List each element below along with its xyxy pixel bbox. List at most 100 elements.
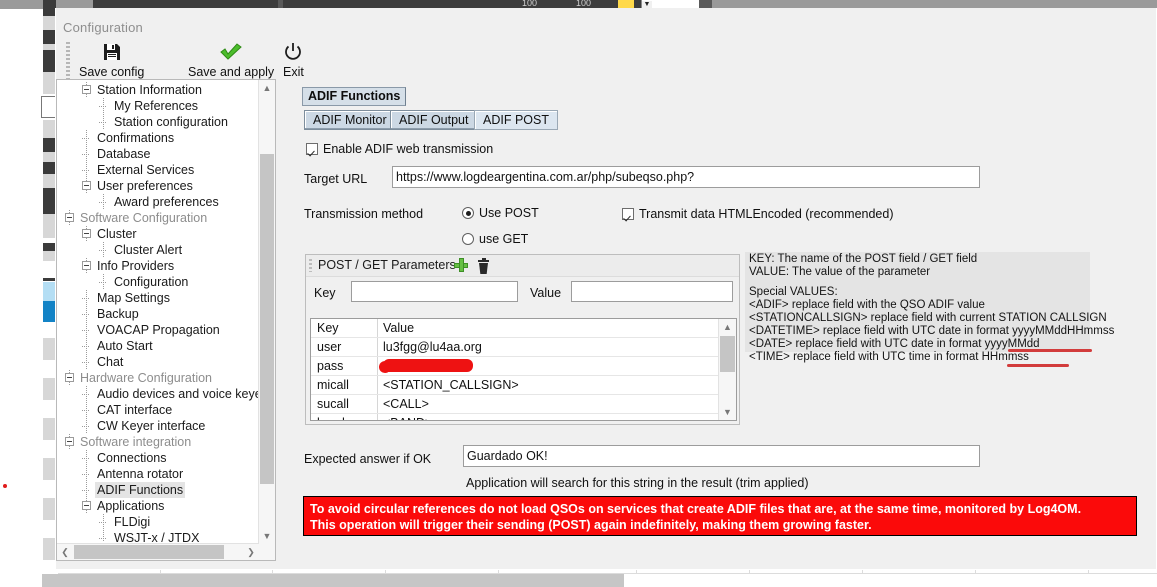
sidebar-item-user-preferences[interactable]: User preferences: [95, 178, 195, 194]
sidebar-item-database[interactable]: Database: [95, 146, 153, 162]
exit-button[interactable]: Exit: [283, 40, 304, 79]
table-row[interactable]: micall <STATION_CALLSIGN>: [311, 376, 719, 395]
settings-tree[interactable]: Station Information My References Station …: [57, 80, 260, 542]
use-post-radio[interactable]: [462, 207, 474, 219]
sidebar-item-software-integration[interactable]: Software integration: [78, 434, 193, 450]
sidebar-item-station-configuration[interactable]: Station configuration: [112, 114, 230, 130]
sidebar-item-audio-devices-and-voice-keyer[interactable]: Audio devices and voice keyer: [95, 386, 260, 402]
sidebar-item-confirmations[interactable]: Confirmations: [95, 130, 176, 146]
tree-branch-icon: [99, 202, 107, 203]
tree-branch-icon: [82, 474, 90, 475]
parameters-grip[interactable]: [309, 259, 312, 272]
sidebar-item-fldigi[interactable]: FLDigi: [112, 514, 152, 530]
tree-expander-icon[interactable]: [82, 85, 91, 94]
cell-key: micall: [317, 378, 349, 392]
html-encode-row[interactable]: Transmit data HTMLEncoded (recommended): [622, 207, 894, 221]
scroll-left-icon[interactable]: ❮: [57, 544, 73, 560]
sidebar-item-backup[interactable]: Backup: [95, 306, 141, 322]
help-line-8: <DATE> replace field with UTC date in fo…: [749, 338, 1040, 350]
tree-expander-icon[interactable]: [65, 437, 74, 446]
tree-expander-icon[interactable]: [82, 261, 91, 270]
parameters-grid[interactable]: Key Value user lu3fgg@lu4aa.org pass micall <S…: [310, 318, 737, 421]
target-url-input[interactable]: https://www.logdeargentina.com.ar/php/su…: [392, 166, 980, 188]
sidebar-item-auto-start[interactable]: Auto Start: [95, 338, 155, 354]
parameters-title: POST / GET Parameters: [318, 258, 456, 272]
use-post-radio-row[interactable]: Use POST: [462, 206, 539, 220]
scroll-up-icon[interactable]: ▲: [259, 80, 275, 96]
sidebar-item-adif-functions[interactable]: ADIF Functions: [95, 482, 186, 498]
sidebar-item-cat-interface[interactable]: CAT interface: [95, 402, 174, 418]
grid-column-separator: [377, 357, 378, 375]
sidebar-item-cluster-alert[interactable]: Cluster Alert: [112, 242, 184, 258]
expected-answer-label: Expected answer if OK: [304, 452, 432, 466]
tab-adif-post[interactable]: ADIF POST: [474, 110, 558, 130]
sidebar-item-external-services[interactable]: External Services: [95, 162, 196, 178]
save-config-button[interactable]: Save config: [79, 40, 144, 79]
sidebar-item-info-providers[interactable]: Info Providers: [95, 258, 176, 274]
sidebar-item-wsjt-x-jtdx[interactable]: WSJT-x / JTDX: [112, 530, 201, 542]
sidebar-item-cw-keyer-interface[interactable]: CW Keyer interface: [95, 418, 207, 434]
sidebar-item-station-information[interactable]: Station Information: [95, 82, 204, 98]
sidebar-item-map-settings[interactable]: Map Settings: [95, 290, 172, 306]
toolbar-grip[interactable]: [66, 42, 70, 80]
grid-scroll-down-icon[interactable]: ▼: [719, 404, 736, 420]
grid-scroll-up-icon[interactable]: ▲: [719, 319, 736, 335]
sidebar-item-antenna-rotator[interactable]: Antenna rotator: [95, 466, 185, 482]
tree-branch-icon: [82, 298, 90, 299]
value-input[interactable]: [571, 281, 733, 302]
tree-branch-icon: [82, 426, 90, 427]
sidebar-item-configuration[interactable]: Configuration: [112, 274, 190, 290]
tab-adif-output[interactable]: ADIF Output: [390, 110, 478, 130]
tree-vertical-scrollbar[interactable]: ▲ ▼: [258, 80, 275, 560]
save-and-apply-button[interactable]: Save and apply: [188, 40, 274, 79]
sidebar-item-chat[interactable]: Chat: [95, 354, 125, 370]
toolbar: Save config Save and apply Exit: [61, 38, 1151, 83]
tree-expander-icon[interactable]: [82, 181, 91, 190]
sidebar-item-hardware-configuration[interactable]: Hardware Configuration: [78, 370, 214, 386]
transmission-method-label: Transmission method: [304, 207, 424, 221]
grid-column-separator: [377, 338, 378, 356]
tree-expander-icon[interactable]: [82, 501, 91, 510]
sidebar-item-software-configuration[interactable]: Software Configuration: [78, 210, 209, 226]
table-row[interactable]: sucall <CALL>: [311, 395, 719, 414]
grid-scroll-thumb[interactable]: [720, 336, 735, 372]
tree-branch-icon: [82, 458, 90, 459]
sidebar-item-cluster[interactable]: Cluster: [95, 226, 139, 242]
sidebar-item-award-preferences[interactable]: Award preferences: [112, 194, 221, 210]
table-row[interactable]: pass: [311, 357, 719, 376]
tree-expander-icon[interactable]: [65, 213, 74, 222]
use-get-radio[interactable]: [462, 233, 474, 245]
tab-adif-monitor[interactable]: ADIF Monitor: [304, 110, 396, 130]
html-encode-checkbox[interactable]: [622, 208, 634, 220]
tree-hscroll-thumb[interactable]: [74, 545, 224, 559]
table-row[interactable]: banda <BAND>: [311, 414, 719, 420]
scroll-down-icon[interactable]: ▼: [259, 528, 275, 544]
tree-scroll-thumb[interactable]: [260, 154, 274, 484]
key-input[interactable]: [351, 281, 518, 302]
tree-branch-icon: [99, 538, 107, 539]
grid-vertical-scrollbar[interactable]: ▲ ▼: [718, 319, 736, 420]
post-get-parameters-box: POST / GET Parameters Key Value Key Value…: [305, 254, 740, 425]
tree-horizontal-scrollbar[interactable]: ❮ ❯: [57, 543, 259, 560]
enable-adif-web-transmission-row[interactable]: Enable ADIF web transmission: [306, 142, 493, 156]
delete-parameter-icon[interactable]: [478, 258, 489, 274]
annotation-underline-time: [1007, 364, 1069, 367]
enable-adif-checkbox[interactable]: [306, 143, 318, 155]
expected-answer-input[interactable]: Guardado OK!: [463, 445, 980, 467]
tree-expander-icon[interactable]: [65, 373, 74, 382]
sidebar-item-voacap-propagation[interactable]: VOACAP Propagation: [95, 322, 222, 338]
tree-branch-icon: [82, 170, 90, 171]
use-get-radio-row[interactable]: use GET: [462, 232, 528, 246]
circular-reference-warning: To avoid circular references do not load…: [303, 496, 1137, 536]
tree-expander-icon[interactable]: [82, 229, 91, 238]
sidebar-item-connections[interactable]: Connections: [95, 450, 169, 466]
scroll-right-icon[interactable]: ❯: [243, 544, 259, 560]
grid-col-header-value: Value: [383, 321, 415, 335]
sidebar-item-applications[interactable]: Applications: [95, 498, 166, 514]
add-parameter-icon[interactable]: [454, 258, 468, 272]
sidebar-item-my-references[interactable]: My References: [112, 98, 200, 114]
green-check-icon: [188, 40, 274, 63]
background-bottom-tab[interactable]: [42, 574, 624, 587]
table-row[interactable]: user lu3fgg@lu4aa.org: [311, 338, 719, 357]
settings-tree-panel[interactable]: Station Information My References Station …: [56, 79, 276, 561]
